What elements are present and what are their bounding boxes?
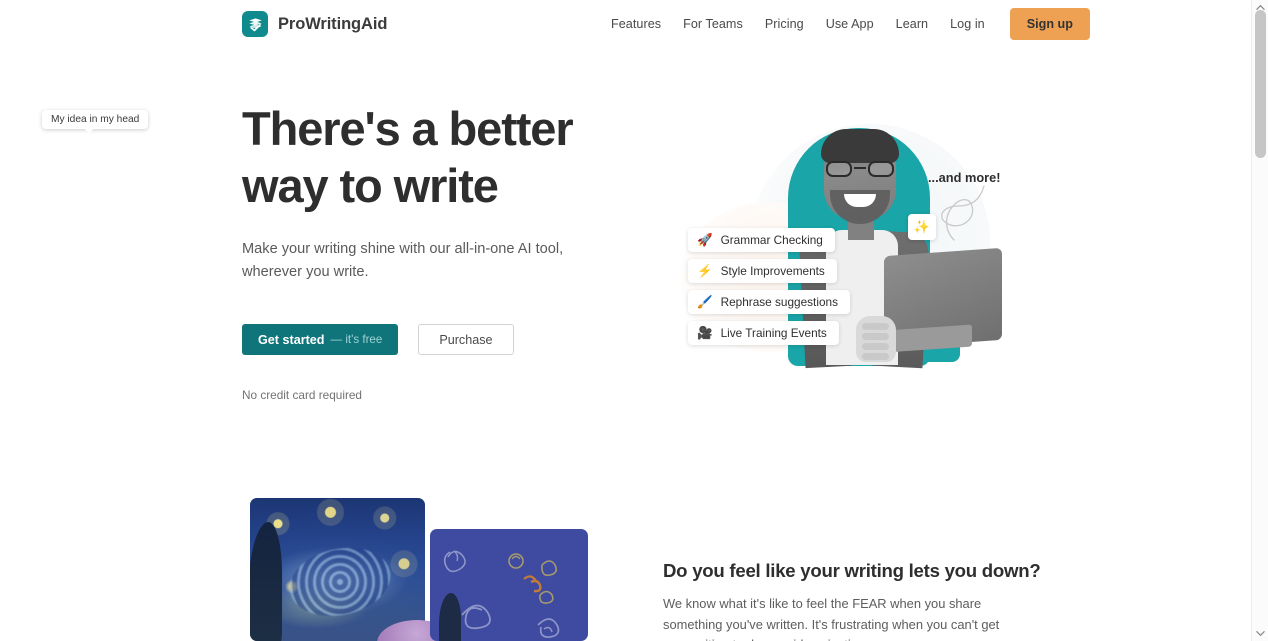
- nav-link-features[interactable]: Features: [600, 11, 672, 37]
- lower-text-block: Do you feel like your writing lets you d…: [663, 560, 1063, 641]
- glasses-icon: [825, 161, 895, 177]
- simplified-doodles: [443, 550, 560, 638]
- nav-link-for-teams[interactable]: For Teams: [672, 11, 754, 37]
- person-hand: [856, 316, 896, 362]
- brand-logo-link[interactable]: ProWritingAid: [242, 11, 387, 37]
- sign-up-button[interactable]: Sign up: [1009, 8, 1090, 40]
- hero-subtitle: Make your writing shine with our all-in-…: [242, 241, 564, 280]
- hero-title-line-1: There's a better: [242, 102, 574, 155]
- nav-link-pricing[interactable]: Pricing: [754, 11, 815, 37]
- and-more-label: ...and more!: [928, 170, 1001, 185]
- brand-name: ProWritingAid: [278, 14, 388, 33]
- get-started-sublabel: — it's free: [330, 333, 383, 346]
- no-credit-card-note: No credit card required: [242, 388, 362, 402]
- hero-illustration: ✨ ...and more! 🚀 Grammar Checking ⚡ Styl…: [660, 92, 1030, 392]
- lower-heading: Do you feel like your writing lets you d…: [663, 560, 1041, 581]
- starry-night-cypress: [250, 522, 282, 641]
- video-camera-icon: 🎥: [697, 325, 713, 340]
- hero-cta-group: Get started — it's free Purchase: [242, 324, 642, 355]
- feature-label: Live Training Events: [720, 326, 827, 340]
- feature-card-rephrase-suggestions[interactable]: 🖌️ Rephrase suggestions: [688, 290, 850, 314]
- feature-label: Style Improvements: [720, 264, 825, 278]
- nav-link-log-in[interactable]: Log in: [939, 11, 996, 37]
- starry-night-image: [250, 498, 425, 641]
- lightning-icon: ⚡: [697, 263, 713, 278]
- chevron-down-icon[interactable]: [1256, 630, 1265, 637]
- squiggle-arrow-icon: [941, 185, 985, 241]
- feature-card-live-training-events[interactable]: 🎥 Live Training Events: [688, 321, 839, 345]
- scrollbar-thumb[interactable]: [1255, 10, 1266, 158]
- hero-text-block: There's a better way to write Make your …: [242, 100, 642, 402]
- simplified-drawing-image: [430, 529, 588, 641]
- nav-link-use-app[interactable]: Use App: [815, 11, 885, 37]
- feature-card-style-improvements[interactable]: ⚡ Style Improvements: [688, 259, 837, 283]
- lower-body-text: We know what it's like to feel the FEAR …: [663, 596, 1000, 641]
- page-scrollbar[interactable]: [1251, 0, 1268, 641]
- feature-card-grammar-checking[interactable]: 🚀 Grammar Checking: [688, 228, 835, 252]
- paintbrush-icon: 🖌️: [697, 294, 713, 309]
- page-root: ProWritingAid Features For Teams Pricing…: [0, 0, 1268, 641]
- get-started-button[interactable]: Get started — it's free: [242, 324, 399, 355]
- nav-link-learn[interactable]: Learn: [885, 11, 939, 37]
- feature-card-list: 🚀 Grammar Checking ⚡ Style Improvements …: [688, 228, 850, 352]
- purchase-button[interactable]: Purchase: [418, 324, 514, 355]
- site-header: ProWritingAid Features For Teams Pricing…: [0, 0, 1251, 48]
- hero-title: There's a better way to write: [242, 100, 642, 214]
- hero-title-line-2: way to write: [242, 159, 499, 212]
- feature-label: Grammar Checking: [720, 233, 823, 247]
- feature-label: Rephrase suggestions: [720, 295, 838, 309]
- person-hair: [821, 129, 899, 163]
- book-pages-icon: [242, 11, 268, 37]
- image-caption-my-idea: My idea in my head: [42, 110, 149, 134]
- main-navigation: Features For Teams Pricing Use App Learn…: [600, 0, 1090, 48]
- rocket-icon: 🚀: [697, 232, 713, 247]
- get-started-label: Get started: [258, 332, 325, 347]
